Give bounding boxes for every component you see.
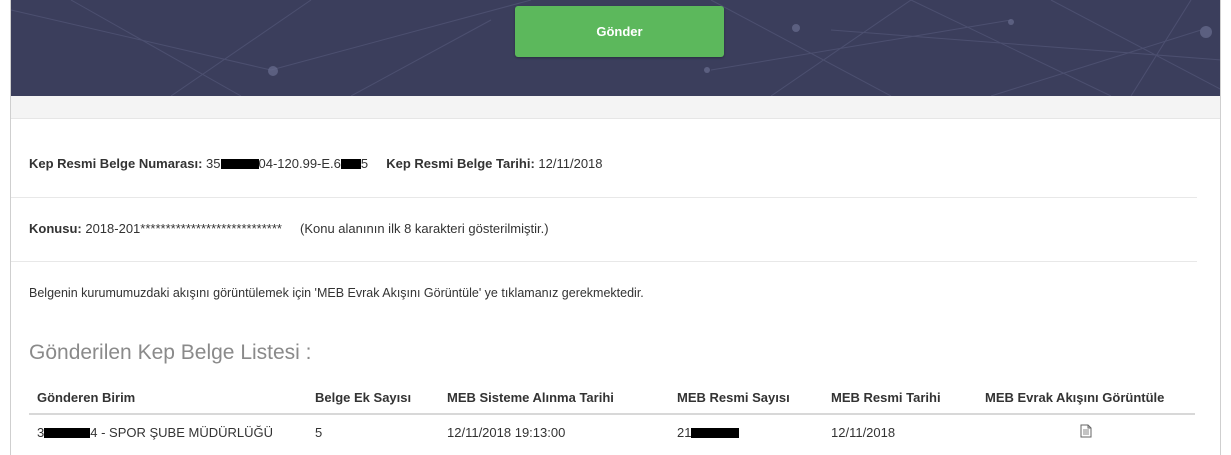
cell-official-number: 21	[669, 414, 823, 449]
cell-view-flow	[977, 414, 1195, 449]
subject-value: 2018-201****************************	[85, 221, 282, 236]
document-icon[interactable]	[1080, 424, 1092, 441]
column-header-official-number: MEB Resmi Sayısı	[669, 381, 823, 415]
subject-row: Konusu: 2018-201************************…	[29, 221, 549, 236]
redaction-bar	[691, 427, 740, 438]
document-number-suffix: 5	[360, 156, 369, 171]
cell-received-date: 12/11/2018 19:13:00	[447, 424, 566, 440]
redaction-bar	[340, 159, 361, 169]
sent-documents-table: Gönderen Birim Belge Ek Sayısı MEB Siste…	[29, 381, 1195, 449]
document-number-label: Kep Resmi Belge Numarası:	[29, 156, 203, 171]
table-header-row: Gönderen Birim Belge Ek Sayısı MEB Siste…	[29, 381, 1195, 415]
instruction-text: Belgenin kurumumuzdaki akışını görüntüle…	[29, 286, 644, 300]
cell-official-date: 12/11/2018	[831, 424, 896, 440]
document-number-row: Kep Resmi Belge Numarası: 35 04-120.99-E.…	[29, 156, 603, 171]
official-number-prefix: 21	[677, 424, 692, 440]
redaction-bar	[44, 427, 91, 438]
sender-prefix: 3	[37, 424, 45, 440]
divider	[11, 261, 1197, 262]
column-header-attachment-count: Belge Ek Sayısı	[307, 381, 439, 415]
document-number-prefix: 35	[206, 156, 221, 171]
column-header-official-date: MEB Resmi Tarihi	[823, 381, 977, 415]
document-date-value: 12/11/2018	[538, 156, 603, 171]
document-date-label: Kep Resmi Belge Tarihi:	[386, 156, 535, 171]
list-title: Gönderilen Kep Belge Listesi :	[29, 341, 312, 364]
send-button[interactable]: Gönder	[515, 6, 724, 57]
column-header-sender: Gönderen Birim	[29, 381, 307, 415]
redaction-bar	[220, 159, 259, 169]
column-header-received-date: MEB Sisteme Alınma Tarihi	[439, 381, 669, 415]
document-number-middle: 04-120.99-E.6	[258, 156, 341, 171]
banner-bottom-strip	[11, 96, 1220, 119]
sender-suffix: 4 - SPOR ŞUBE MÜDÜRLÜĞÜ	[90, 424, 273, 440]
page-frame: Gönder Kep Resmi Belge Numarası: 35 04-12…	[10, 0, 1221, 455]
column-header-view-flow: MEB Evrak Akışını Görüntüle	[977, 381, 1195, 415]
divider	[11, 197, 1197, 198]
subject-label: Konusu:	[29, 221, 82, 236]
table-row: 3 4 - SPOR ŞUBE MÜDÜRLÜĞÜ 5 12/11/2018 19…	[29, 414, 1195, 449]
cell-attachment-count: 5	[315, 424, 323, 440]
subject-note: (Konu alanının ilk 8 karakteri gösterilm…	[300, 221, 549, 236]
cell-sender: 3 4 - SPOR ŞUBE MÜDÜRLÜĞÜ	[29, 414, 307, 449]
header-banner: Gönder	[11, 0, 1220, 96]
